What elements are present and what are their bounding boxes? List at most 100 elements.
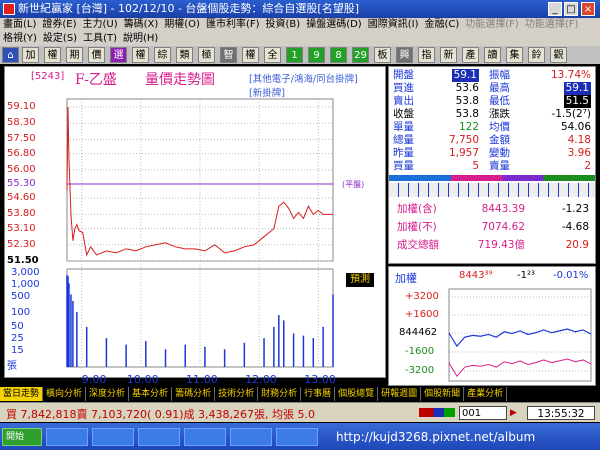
tab[interactable]: 籌碼分析 xyxy=(172,387,216,401)
stock-listing-tag[interactable]: [新掛牌] xyxy=(249,85,285,99)
toolbar-button[interactable]: 智 xyxy=(220,47,237,63)
toolbar-button[interactable]: 集 xyxy=(506,47,523,63)
menu-item[interactable]: 操盤選碼(D) xyxy=(303,18,365,32)
tab[interactable]: 研報週圖 xyxy=(378,387,422,401)
toolbar-button[interactable]: 1 xyxy=(286,47,303,63)
x-tick-label: 12:00 xyxy=(245,373,277,386)
quote-label: 開盤 xyxy=(393,69,414,81)
menu-item[interactable]: 國際資訊(I) xyxy=(365,18,422,32)
x-tick-label: 10:00 xyxy=(126,373,159,386)
tab[interactable]: 橫向分析 xyxy=(43,387,87,401)
volume-tick-label: 張 xyxy=(7,361,17,372)
taskbar-item[interactable] xyxy=(230,428,272,446)
toolbar-button[interactable]: 產 xyxy=(462,47,479,63)
toolbar-button[interactable]: 板 xyxy=(374,47,391,63)
price-tick-label: 52.30 xyxy=(7,238,36,250)
toolbar-button[interactable]: 新 xyxy=(440,47,457,63)
maximize-button[interactable]: □ xyxy=(564,2,578,16)
quote-value: 122 xyxy=(458,121,479,133)
toolbar-button[interactable]: 9 xyxy=(308,47,325,63)
index-plot-frame xyxy=(448,288,592,382)
menu-item[interactable]: 功能選擇(F) xyxy=(462,18,522,32)
toolbar-button[interactable]: 極 xyxy=(198,47,215,63)
tab[interactable]: 個股總覽 xyxy=(335,387,379,401)
index-row-label: 加權(含) xyxy=(397,203,437,215)
predict-button[interactable]: 預測 xyxy=(346,273,374,287)
taskbar-item[interactable] xyxy=(46,428,88,446)
tab[interactable]: 產業分析 xyxy=(464,387,508,401)
toolbar-button[interactable]: 權 xyxy=(242,47,259,63)
tab[interactable]: 當日走勢 xyxy=(0,387,44,401)
index-panel: 加權 8443³⁹ -1²³ -0.01% +3200 +1600 844462 -1… xyxy=(388,266,596,386)
menu-item[interactable]: 主力(U) xyxy=(80,18,121,32)
menu-item[interactable]: 畫面(L) xyxy=(0,18,39,32)
price-tick-label: 59.10 xyxy=(7,101,36,112)
quote-label: 漲跌 xyxy=(489,108,510,120)
quote-label: 均價 xyxy=(489,121,510,133)
index-secondary-line xyxy=(448,358,592,378)
toolbar-button[interactable]: 權 xyxy=(44,47,61,63)
toolbar-button[interactable]: 興 xyxy=(396,47,413,63)
menu-item[interactable]: 格視(Y) xyxy=(0,32,40,46)
menu-item[interactable]: 籌碼(X) xyxy=(121,18,162,32)
toolbar-button[interactable]: 類 xyxy=(176,47,193,63)
quote-value: 3.96 xyxy=(567,147,591,159)
menu-item[interactable]: 工具(T) xyxy=(80,32,120,46)
toolbar-button[interactable]: 鈴 xyxy=(528,47,545,63)
taskbar-item[interactable] xyxy=(138,428,180,446)
price-tick-label: 56.80 xyxy=(7,147,36,159)
toolbar-button[interactable]: 指 xyxy=(418,47,435,63)
taskbar-item[interactable] xyxy=(184,428,226,446)
tab[interactable]: 技術分析 xyxy=(215,387,259,401)
menu-item[interactable]: 投資(B) xyxy=(263,18,304,32)
quote-value: 54.06 xyxy=(560,121,591,133)
quote-label: 振幅 xyxy=(489,69,510,81)
tab[interactable]: 深度分析 xyxy=(86,387,130,401)
toolbar-button[interactable]: 29 xyxy=(352,47,369,63)
toolbar-button[interactable]: 讀 xyxy=(484,47,501,63)
quote-label: 買量 xyxy=(393,160,414,172)
close-button[interactable]: × xyxy=(581,2,595,16)
buy-sell-strip xyxy=(389,175,595,181)
start-button[interactable]: 開始 xyxy=(2,428,42,446)
quote-label: 買進 xyxy=(393,82,414,94)
tab[interactable]: 行事曆 xyxy=(301,387,336,401)
menu-item[interactable]: 設定(S) xyxy=(40,32,80,46)
menu-item[interactable]: 功能選擇(F) xyxy=(522,18,582,32)
page-number-input[interactable]: 001 xyxy=(459,406,507,420)
minimize-button[interactable]: _ xyxy=(548,2,562,16)
toolbar: ⌂ 加權期價選權綜類極智權全 1 9 8 29 板興指新產讀集鈴觀 xyxy=(0,46,600,64)
menu-item[interactable]: 匯市利率(F) xyxy=(203,18,263,32)
page-arrow-icon[interactable]: ▶ xyxy=(510,408,517,418)
toolbar-button[interactable]: 加 xyxy=(22,47,39,63)
taskbar-item[interactable] xyxy=(92,428,134,446)
toolbar-button[interactable]: 期 xyxy=(66,47,83,63)
toolbar-button[interactable]: 權 xyxy=(132,47,149,63)
toolbar-button[interactable]: 全 xyxy=(264,47,281,63)
toolbar-button[interactable]: 選 xyxy=(110,47,127,63)
app-window: 新世紀贏家 [台灣] - 102/12/10 - 台盤個股走勢：綜合自選股[名望… xyxy=(0,0,600,450)
toolbar-button[interactable]: 綜 xyxy=(154,47,171,63)
taskbar-item[interactable] xyxy=(276,428,318,446)
toolbar-button[interactable]: 8 xyxy=(330,47,347,63)
price-tick-label: 58.30 xyxy=(7,117,36,129)
price-tick-label: 53.10 xyxy=(7,222,36,234)
home-icon[interactable]: ⌂ xyxy=(2,47,19,63)
menu-item[interactable]: 證券(E) xyxy=(39,18,79,32)
tab[interactable]: 財務分析 xyxy=(258,387,302,401)
quote-label: 賣量 xyxy=(489,160,510,172)
toolbar-button[interactable]: 觀 xyxy=(550,47,567,63)
stock-code: [5243] xyxy=(31,71,65,82)
menu-item[interactable]: 說明(H) xyxy=(120,32,161,46)
tab[interactable]: 基本分析 xyxy=(129,387,173,401)
toolbar-button[interactable]: 價 xyxy=(88,47,105,63)
menu-item[interactable]: 金融(C) xyxy=(421,18,462,32)
quote-value: 53.6 xyxy=(455,82,479,94)
price-tick-label: 56.00 xyxy=(7,163,36,175)
menu-item[interactable]: 期權(O) xyxy=(161,18,203,32)
quote-label: 賣出 xyxy=(393,95,414,107)
stock-category[interactable]: [其他電子/鴻海/同台掛牌] xyxy=(249,71,358,85)
index-row-label: 加權(不) xyxy=(397,221,437,233)
index-row-change: 20.9 xyxy=(565,239,589,251)
tab[interactable]: 個股新聞 xyxy=(421,387,465,401)
